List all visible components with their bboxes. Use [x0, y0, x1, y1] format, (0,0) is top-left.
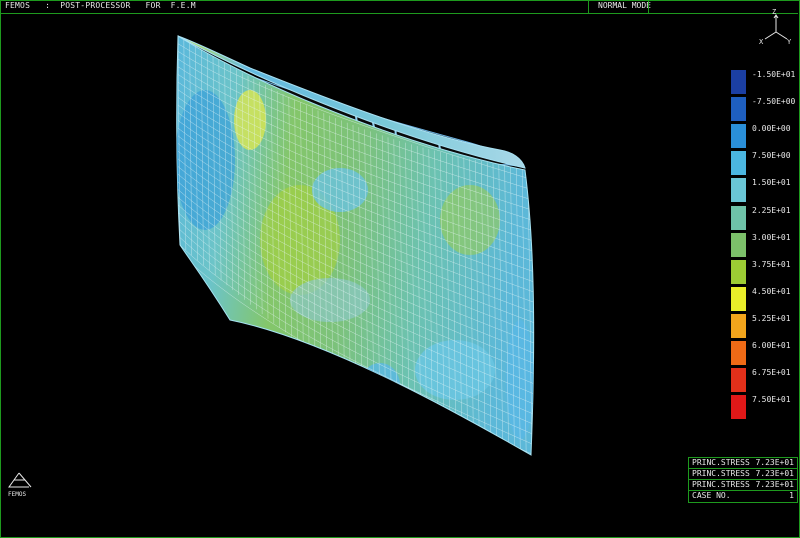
- legend-swatch: [731, 70, 746, 94]
- legend-swatch: [731, 259, 746, 284]
- legend-swatch: [731, 286, 746, 311]
- legend-label: 1.50E+01: [752, 178, 791, 188]
- legend-swatch: [731, 395, 746, 420]
- legend-swatch: [731, 97, 746, 122]
- info-row: PRINC.STRESS 7.23E+01: [689, 480, 797, 491]
- info-key: PRINC.STRESS: [692, 469, 750, 478]
- legend-label: 3.75E+01: [752, 259, 791, 269]
- legend-label: 0.00E+00: [752, 124, 791, 134]
- info-key: PRINC.STRESS: [692, 458, 750, 467]
- legend-label: 2.25E+01: [752, 205, 791, 215]
- legend-label: 6.00E+01: [752, 341, 791, 350]
- legend-label: 7.50E+01: [752, 395, 791, 405]
- legend-swatch: [731, 341, 746, 365]
- info-value: 7.23E+01: [755, 469, 794, 478]
- legend-label: 4.50E+01: [752, 286, 791, 296]
- legend-label: 7.50E+00: [752, 151, 791, 161]
- info-row: PRINC.STRESS 7.23E+01: [689, 458, 797, 469]
- case-number-value: 1: [789, 491, 794, 500]
- legend-label: 3.00E+01: [752, 232, 791, 242]
- info-row: PRINC.STRESS 7.23E+01: [689, 469, 797, 480]
- case-number-label: CASE NO.: [692, 491, 731, 500]
- info-row: CASE NO. 1: [689, 491, 797, 501]
- result-info-box: PRINC.STRESS 7.23E+01 PRINC.STRESS 7.23E…: [688, 457, 798, 503]
- info-value: 7.23E+01: [755, 458, 794, 467]
- legend-swatch: [731, 151, 746, 176]
- legend-swatch: [731, 178, 746, 203]
- legend-swatch: [731, 368, 746, 393]
- legend-label: -1.50E+01: [752, 70, 796, 79]
- logo-text: FEMOS: [8, 491, 26, 498]
- legend-label: 6.75E+01: [752, 368, 791, 378]
- legend-swatch: [731, 205, 746, 230]
- legend-swatch: [731, 232, 746, 257]
- legend-swatch: [731, 124, 746, 149]
- info-value: 7.23E+01: [755, 480, 794, 489]
- fem-model-view[interactable]: [0, 0, 800, 538]
- legend-label: 5.25E+01: [752, 313, 791, 323]
- legend-label: -7.50E+00: [752, 97, 796, 107]
- info-key: PRINC.STRESS: [692, 480, 750, 489]
- femos-logo: FEMOS: [8, 472, 32, 498]
- legend-swatch: [731, 313, 746, 338]
